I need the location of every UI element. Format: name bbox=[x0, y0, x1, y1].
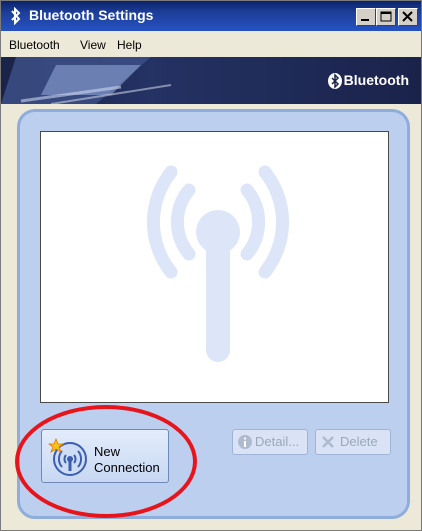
menu-view[interactable]: View bbox=[80, 38, 106, 52]
menu-bluetooth[interactable]: Bluetooth bbox=[9, 38, 60, 52]
new-connection-button[interactable]: New Connection bbox=[41, 429, 169, 483]
maximize-button[interactable] bbox=[376, 8, 396, 26]
info-icon bbox=[238, 435, 252, 449]
antenna-watermark-icon bbox=[147, 165, 289, 362]
window-title: Bluetooth Settings bbox=[29, 7, 154, 23]
laptop-graphic bbox=[1, 57, 172, 104]
bluetooth-brand: Bluetooth bbox=[327, 72, 409, 90]
new-connection-icon bbox=[48, 437, 87, 476]
delete-button[interactable]: Delete bbox=[315, 429, 391, 455]
detail-label: Detail... bbox=[255, 434, 300, 449]
menu-bar: Bluetooth View Help bbox=[1, 35, 421, 55]
delete-label: Delete bbox=[340, 434, 378, 449]
minimize-icon bbox=[361, 19, 369, 21]
connection-list[interactable] bbox=[40, 131, 389, 403]
new-connection-label-line1: New bbox=[94, 444, 121, 459]
detail-button[interactable]: Detail... bbox=[232, 429, 308, 455]
delete-x-icon bbox=[322, 436, 334, 448]
title-bar[interactable]: Bluetooth Settings bbox=[1, 1, 421, 31]
brand-label: Bluetooth bbox=[343, 72, 409, 88]
menu-help[interactable]: Help bbox=[117, 38, 142, 52]
minimize-button[interactable] bbox=[356, 8, 376, 26]
close-icon bbox=[402, 11, 413, 22]
bluetooth-logo-icon bbox=[327, 73, 342, 90]
close-button[interactable] bbox=[398, 8, 418, 26]
new-connection-label: New Connection bbox=[94, 444, 160, 476]
bluetooth-settings-window: Bluetooth Settings Bluetooth View Help B… bbox=[0, 0, 422, 531]
new-connection-label-line2: Connection bbox=[94, 460, 160, 475]
maximize-icon bbox=[380, 11, 392, 22]
header-banner: Bluetooth bbox=[1, 57, 421, 104]
bluetooth-icon bbox=[8, 6, 24, 26]
